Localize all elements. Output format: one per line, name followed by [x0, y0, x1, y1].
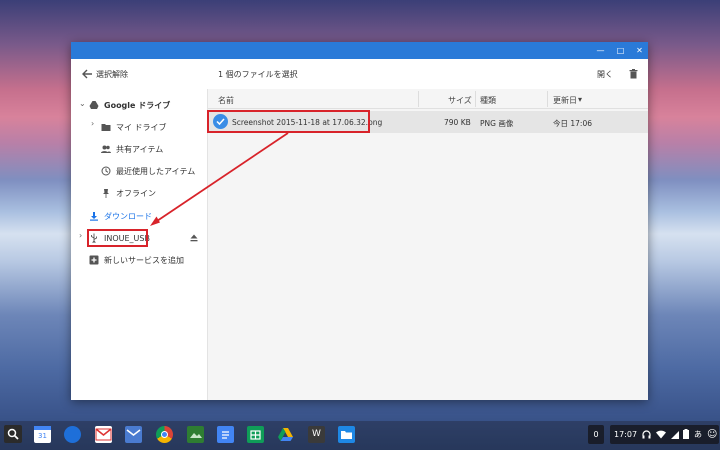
- messenger-app-icon[interactable]: [64, 426, 81, 443]
- sidebar-item-label: オフライン: [116, 188, 156, 198]
- title-bar[interactable]: — □ ✕: [71, 42, 648, 59]
- search-icon: [7, 428, 19, 440]
- highlight-box-usb: [87, 229, 148, 247]
- wikipedia-app-icon[interactable]: W: [308, 426, 325, 443]
- smiley-icon: ☺: [707, 429, 718, 440]
- file-list: 名前 サイズ 種類 更新日 ▾ Screenshot 2015-11-18 at…: [208, 89, 648, 400]
- folder-icon: [101, 124, 111, 131]
- chevron-down-icon[interactable]: ⌄: [79, 99, 86, 108]
- close-icon[interactable]: ✕: [633, 44, 646, 57]
- download-icon: [90, 212, 98, 221]
- file-modified: 今日 17:06: [553, 119, 592, 128]
- files-app-icon[interactable]: [338, 426, 355, 443]
- sidebar-item-label: Google ドライブ: [104, 100, 171, 110]
- docs-app-icon[interactable]: [217, 426, 234, 443]
- sidebar-item-downloads[interactable]: ダウンロード: [89, 208, 152, 224]
- file-list-header: 名前 サイズ 種類 更新日 ▾: [208, 89, 648, 109]
- sidebar-item-add-service[interactable]: 新しいサービスを追加: [89, 252, 184, 268]
- sidebar-item-label: 最近使用したアイテム: [116, 166, 196, 176]
- sidebar-item-label: ダウンロード: [104, 211, 152, 221]
- people-icon: [101, 145, 111, 153]
- headphone-icon: [642, 430, 651, 439]
- sidebar-item-label: 新しいサービスを追加: [104, 255, 184, 265]
- photos-app-icon[interactable]: [187, 426, 204, 443]
- pin-icon: [103, 189, 109, 198]
- battery-icon: [683, 429, 689, 439]
- file-type: PNG 画像: [480, 119, 514, 128]
- minimize-icon[interactable]: —: [594, 44, 607, 57]
- sidebar-item-my-drive[interactable]: マイ ドライブ: [101, 119, 167, 135]
- eject-icon[interactable]: [190, 234, 198, 242]
- files-app-window: — □ ✕ 選択解除 1 個のファイルを選択 開く ⌄ Google ドライブ …: [71, 42, 648, 400]
- sidebar-item-label: マイ ドライブ: [116, 122, 167, 132]
- system-tray[interactable]: 17:07 あ ☺: [610, 425, 719, 444]
- gmail-app-icon[interactable]: [95, 426, 112, 443]
- launcher-button[interactable]: [4, 425, 22, 443]
- sidebar-item-recent[interactable]: 最近使用したアイテム: [101, 163, 195, 179]
- column-header-type[interactable]: 種類: [480, 95, 496, 106]
- notification-count[interactable]: 0: [588, 425, 604, 444]
- column-header-modified[interactable]: 更新日: [553, 95, 577, 106]
- deselect-button[interactable]: 選択解除: [96, 69, 128, 80]
- column-header-size[interactable]: サイズ: [448, 95, 472, 106]
- drive-icon: [89, 101, 99, 109]
- ime-indicator: あ: [694, 430, 702, 439]
- clock: 17:07: [614, 430, 638, 439]
- inbox-app-icon[interactable]: [125, 426, 142, 443]
- open-button[interactable]: 開く: [597, 69, 613, 80]
- column-header-name[interactable]: 名前: [218, 95, 234, 106]
- trash-icon[interactable]: [629, 69, 638, 79]
- toolbar: 選択解除 1 個のファイルを選択 開く: [71, 59, 648, 89]
- highlight-box-file: [207, 110, 370, 133]
- plus-icon: [89, 255, 99, 265]
- chevron-right-icon[interactable]: ›: [79, 231, 82, 240]
- column-divider[interactable]: [475, 91, 476, 107]
- back-arrow-icon[interactable]: [81, 68, 93, 80]
- signal-icon: [671, 431, 679, 439]
- chrome-app-icon[interactable]: [156, 426, 173, 443]
- maximize-icon[interactable]: □: [614, 44, 627, 57]
- sheets-app-icon[interactable]: [247, 426, 264, 443]
- column-divider[interactable]: [547, 91, 548, 107]
- file-size: 790 KB: [444, 118, 471, 127]
- sidebar-item-label: 共有アイテム: [116, 144, 164, 154]
- clock-icon: [101, 166, 111, 176]
- sort-arrow-icon[interactable]: ▾: [578, 95, 582, 104]
- wifi-icon: [656, 430, 666, 439]
- drive-app-icon[interactable]: [277, 426, 294, 443]
- column-divider[interactable]: [418, 91, 419, 107]
- sidebar-item-offline[interactable]: オフライン: [101, 185, 156, 201]
- sidebar-item-shared[interactable]: 共有アイテム: [101, 141, 163, 157]
- selection-status: 1 個のファイルを選択: [218, 70, 298, 79]
- calendar-app-icon[interactable]: 31: [34, 426, 51, 443]
- sidebar-item-google-drive[interactable]: Google ドライブ: [89, 97, 170, 113]
- chevron-right-icon[interactable]: ›: [91, 119, 94, 128]
